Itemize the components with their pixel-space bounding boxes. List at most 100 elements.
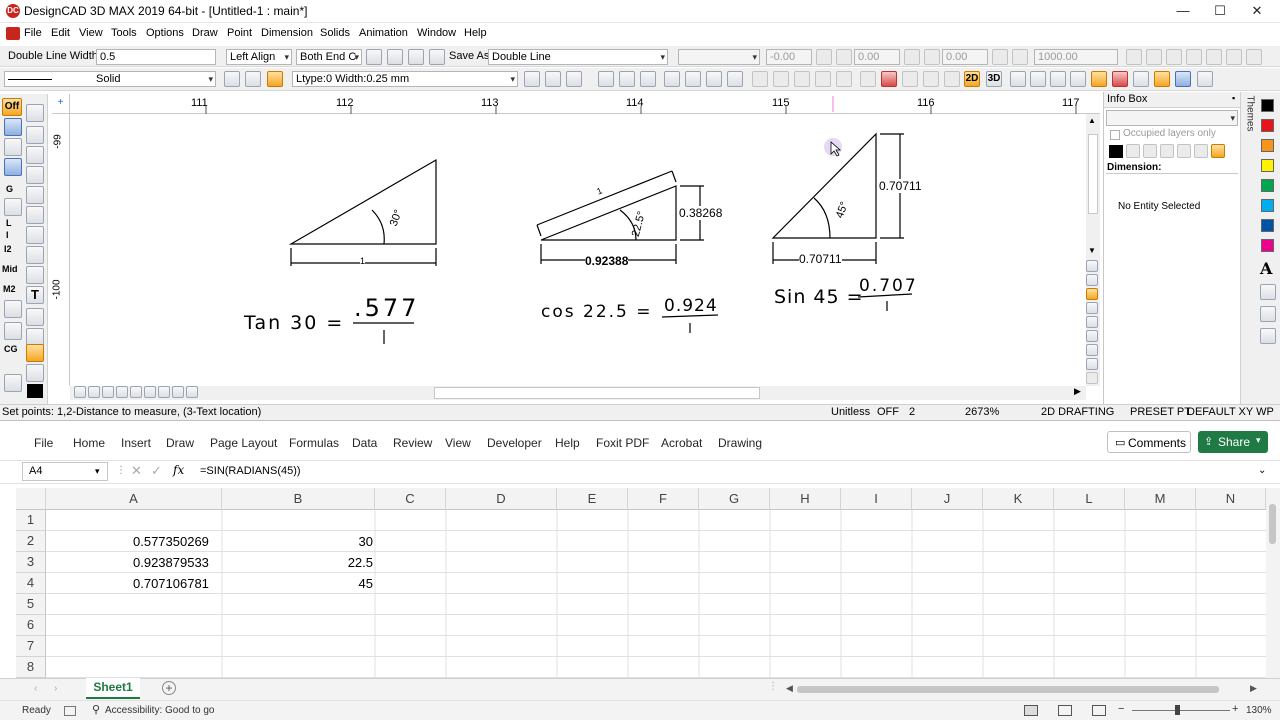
snap-off-button[interactable]: Off [2, 98, 22, 116]
themes-side-tab[interactable]: Themes [1240, 92, 1256, 404]
regenerate-icon[interactable] [881, 71, 897, 87]
properties-icon[interactable] [727, 71, 743, 87]
tab-drawing[interactable]: Drawing [718, 436, 762, 450]
cell-b2[interactable]: 30 [222, 531, 373, 552]
save-as-icon[interactable] [429, 49, 445, 65]
column-header-a[interactable]: A [46, 488, 222, 510]
snap-g-label[interactable]: G [6, 184, 13, 194]
column-header-l[interactable]: L [1054, 488, 1125, 510]
snap-l-label[interactable]: L [6, 218, 12, 228]
tab-view[interactable]: View [445, 436, 471, 450]
scroll-down-arrow-icon[interactable]: ▼ [1088, 246, 1096, 255]
box-3d-icon[interactable] [26, 166, 44, 184]
zoom-out-icon[interactable] [1086, 316, 1098, 328]
tab-foxit-pdf[interactable]: Foxit PDF [596, 436, 649, 450]
save-icon[interactable] [640, 71, 656, 87]
cell-b4[interactable]: 45 [222, 573, 373, 594]
drawing-canvas[interactable]: 30° 1 Tan 30 = .577 1 1 22.5° 0.38268 0.… [70, 114, 1086, 386]
palette-tool-1-icon[interactable] [1260, 284, 1276, 300]
pan-icon[interactable] [26, 126, 44, 144]
color-blue-swatch[interactable] [1261, 219, 1274, 232]
cross-hair-icon[interactable] [26, 308, 44, 326]
info-box-pin-icon[interactable]: ▪ [1232, 93, 1235, 103]
sheet-vertical-thumb[interactable] [1269, 504, 1276, 544]
comments-button[interactable]: ▭ Comments [1107, 431, 1191, 453]
formula-input[interactable]: =SIN(RADIANS(45)) [200, 462, 1260, 481]
line-tool-icon[interactable] [4, 138, 22, 156]
snap-m2-label[interactable]: M2 [3, 284, 16, 294]
zoom-previous-icon[interactable] [1086, 344, 1098, 356]
vertical-scroll-thumb[interactable] [1088, 134, 1098, 214]
open-folder-icon[interactable] [619, 71, 635, 87]
pointer-icon[interactable] [4, 118, 22, 136]
arc-icon[interactable] [26, 186, 44, 204]
page-nav-b-icon[interactable] [116, 386, 128, 398]
color-yellow-swatch[interactable] [1261, 159, 1274, 172]
color-red-swatch[interactable] [1261, 119, 1274, 132]
snap-point-icon[interactable] [4, 300, 22, 318]
view-zoom-window-icon[interactable] [1086, 260, 1098, 272]
palette-tool-3-icon[interactable] [1260, 328, 1276, 344]
dimension-icon[interactable] [26, 266, 44, 284]
insert-function-icon[interactable]: fx [173, 463, 184, 477]
text-font-icon[interactable] [387, 49, 403, 65]
sheet-horizontal-thumb[interactable] [797, 686, 1219, 693]
column-header-h[interactable]: H [770, 488, 841, 510]
column-header-i[interactable]: I [841, 488, 912, 510]
page-nav-c-icon[interactable] [130, 386, 142, 398]
canvas-vertical-scrollbar[interactable]: ▲ ▼ [1086, 114, 1100, 386]
tab-page-layout[interactable]: Page Layout [210, 436, 277, 450]
pointer-line-icon[interactable] [1070, 71, 1086, 87]
sheet-prev-icon[interactable]: ‹ [34, 683, 37, 694]
end-caps-select[interactable]: Both End C [296, 49, 362, 65]
column-header-m[interactable]: M [1125, 488, 1196, 510]
color-black-swatch[interactable] [1261, 99, 1274, 112]
fill-icon[interactable] [267, 71, 283, 87]
grid-dots-icon[interactable] [4, 374, 22, 392]
view-snap-icon[interactable] [1086, 288, 1098, 300]
mode-3d-button[interactable]: 3D [986, 71, 1002, 87]
page-break-view-icon[interactable] [1092, 705, 1106, 716]
line-join-icon[interactable] [366, 49, 382, 65]
column-header-g[interactable]: G [699, 488, 770, 510]
help-icon[interactable] [1197, 71, 1213, 87]
text-style-icon[interactable] [408, 49, 424, 65]
zoom-slider-track[interactable] [1132, 710, 1230, 711]
print-preview-icon[interactable] [685, 71, 701, 87]
tab-developer[interactable]: Developer [487, 436, 542, 450]
tab-acrobat[interactable]: Acrobat [661, 436, 702, 450]
themes-label[interactable]: Themes [1245, 95, 1256, 131]
zoom-slider-thumb[interactable] [1175, 705, 1180, 715]
cell-a3[interactable]: 0.923879533 [133, 552, 209, 573]
column-header-j[interactable]: J [912, 488, 983, 510]
horizontal-scroll-thumb[interactable] [434, 387, 760, 399]
info-color-black[interactable] [1109, 145, 1123, 158]
system-menu-icon[interactable] [6, 27, 20, 40]
menu-view[interactable]: View [79, 27, 103, 39]
snap-cg-label[interactable]: CG [4, 344, 18, 354]
info-circle-icon[interactable] [1160, 144, 1174, 158]
zoom-out-button[interactable]: − [1118, 703, 1124, 715]
hatch-icon[interactable] [26, 344, 44, 362]
text-color-icon[interactable]: A [1260, 259, 1272, 278]
measure-icon[interactable] [524, 71, 540, 87]
name-box[interactable]: A4 ▾ [22, 462, 108, 481]
info-layer-icon[interactable] [1211, 144, 1225, 158]
color-orange-swatch[interactable] [1261, 139, 1274, 152]
row-header-5[interactable]: 5 [16, 594, 46, 615]
select-arrow-icon[interactable] [26, 104, 44, 122]
status-accessibility[interactable]: Accessibility: Good to go [105, 705, 215, 716]
menu-dimension[interactable]: Dimension [261, 27, 313, 39]
sheet-next-icon[interactable]: › [54, 683, 57, 694]
page-nav-a-icon[interactable] [102, 386, 114, 398]
triangle-icon[interactable] [4, 158, 22, 176]
column-header-d[interactable]: D [446, 488, 557, 510]
draw-line-icon[interactable] [1030, 71, 1046, 87]
menu-animation[interactable]: Animation [359, 27, 408, 39]
zoom-in-button[interactable]: + [1232, 703, 1238, 715]
snap-angle-icon[interactable] [1050, 71, 1066, 87]
tab-data[interactable]: Data [352, 436, 377, 450]
info-tools-icon[interactable] [1194, 144, 1208, 158]
column-header-n[interactable]: N [1196, 488, 1266, 510]
occupied-layers-checkbox[interactable] [1110, 130, 1120, 140]
